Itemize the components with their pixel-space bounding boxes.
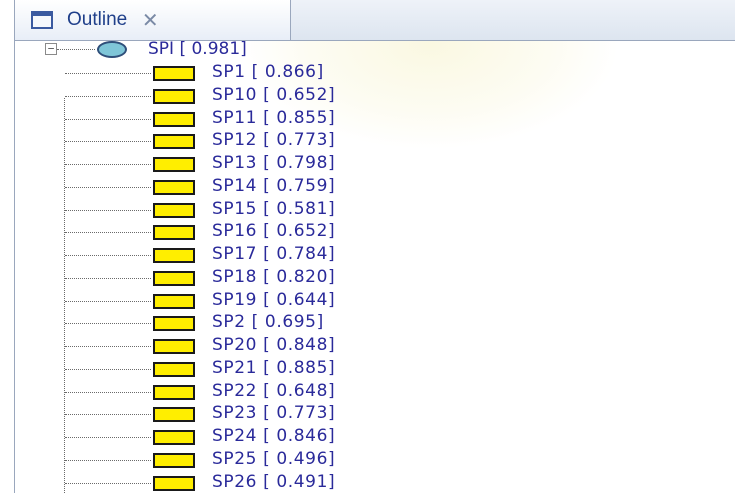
tab-outline-label: Outline — [67, 9, 128, 30]
tree-connector — [65, 232, 151, 234]
indicator-rectangle-icon — [153, 384, 195, 400]
tree-item-label: SP1 [ 0.866] — [212, 62, 324, 82]
tree-item[interactable]: SP13 [ 0.798] — [15, 152, 735, 174]
tree-item-label: SP13 [ 0.798] — [212, 153, 336, 173]
indicator-rectangle-icon — [153, 407, 195, 423]
tree-connector — [65, 459, 151, 461]
indicator-rectangle-icon — [153, 134, 195, 150]
tree-connector — [65, 482, 151, 484]
tree-item[interactable]: SP23 [ 0.773] — [15, 402, 735, 424]
tree-connector — [65, 186, 151, 188]
tab-outline[interactable]: Outline ✕ — [15, 0, 291, 40]
tree-connector — [65, 73, 151, 74]
tree-item[interactable]: SP19 [ 0.644] — [15, 289, 735, 311]
tree-connector — [65, 164, 151, 165]
tree-connector — [65, 323, 151, 325]
tree-item-label: SP17 [ 0.784] — [212, 244, 336, 264]
tree-connector — [65, 209, 151, 211]
indicator-rectangle-icon — [153, 339, 195, 354]
tree-item-label: SP22 [ 0.648] — [212, 380, 336, 401]
tree-item[interactable]: SP22 [ 0.648] — [15, 380, 735, 402]
tree-connector — [65, 437, 151, 438]
tree-item[interactable]: SP17 [ 0.784] — [15, 243, 735, 265]
tree-item-label: SP14 [ 0.759] — [212, 175, 336, 196]
tree-connector — [65, 141, 151, 143]
tree-item[interactable]: SP12 [ 0.773] — [15, 129, 735, 151]
outline-view: Outline ✕ − SPI [ 0.981] SP1 [ 0.866] SP… — [14, 0, 735, 493]
outline-tree: − SPI [ 0.981] SP1 [ 0.866] SP10 [ 0.652… — [15, 38, 735, 493]
tree-item-label: SP18 [ 0.820] — [212, 266, 336, 287]
tree-item[interactable]: SP10 [ 0.652] — [15, 84, 735, 106]
tree-item[interactable]: SP26 [ 0.491] — [15, 471, 735, 493]
tree-item-label: SP11 [ 0.855] — [212, 107, 336, 128]
root-node-label: SPI [ 0.981] — [148, 39, 247, 59]
view-tab-bar: Outline ✕ — [15, 0, 735, 41]
indicator-rectangle-icon — [153, 452, 195, 468]
indicator-rectangle-icon — [153, 88, 195, 104]
tree-item[interactable]: SP1 [ 0.866] — [15, 61, 735, 83]
indicator-rectangle-icon — [153, 248, 195, 263]
tree-item-label: SP20 [ 0.848] — [212, 335, 336, 355]
outline-view-icon — [31, 11, 53, 29]
indicator-rectangle-icon — [153, 202, 195, 218]
indicator-rectangle-icon — [153, 225, 195, 241]
indicator-rectangle-icon — [153, 179, 195, 195]
tree-connector — [65, 414, 151, 416]
tree-item[interactable]: SP11 [ 0.855] — [15, 107, 735, 129]
tree-item-label: SP15 [ 0.581] — [212, 198, 336, 219]
tree-connector — [65, 277, 151, 279]
tree-connector — [65, 391, 151, 393]
tree-item[interactable]: SP2 [ 0.695] — [15, 311, 735, 333]
tree-item-label: SP12 [ 0.773] — [212, 130, 336, 151]
tree-item[interactable]: SP14 [ 0.759] — [15, 175, 735, 197]
tree-item[interactable]: SP15 [ 0.581] — [15, 198, 735, 220]
latent-variable-ellipse-icon — [97, 41, 127, 58]
tree-item-label: SP21 [ 0.885] — [212, 357, 336, 378]
close-icon[interactable]: ✕ — [139, 8, 161, 32]
tree-item[interactable]: SP20 [ 0.848] — [15, 334, 735, 356]
tree-connector — [57, 49, 95, 50]
tree-connector — [65, 255, 151, 256]
collapse-icon[interactable]: − — [45, 43, 57, 55]
tree-connector — [65, 300, 151, 302]
tree-item-label: SP23 [ 0.773] — [212, 403, 336, 424]
indicator-rectangle-icon — [153, 316, 195, 332]
indicator-rectangle-icon — [153, 430, 195, 445]
tree-item[interactable]: SP21 [ 0.885] — [15, 357, 735, 379]
tree-item[interactable]: SP24 [ 0.846] — [15, 425, 735, 447]
tree-item[interactable]: SP25 [ 0.496] — [15, 448, 735, 470]
tree-connector — [65, 368, 151, 370]
indicator-rectangle-icon — [153, 111, 195, 127]
indicator-rectangle-icon — [153, 293, 195, 309]
indicator-rectangle-icon — [153, 475, 195, 491]
tree-connector — [65, 118, 151, 120]
tree-item-label: SP10 [ 0.652] — [212, 84, 336, 105]
tree-item-label: SP2 [ 0.695] — [212, 312, 324, 333]
indicator-rectangle-icon — [153, 66, 195, 81]
tree-item-label: SP19 [ 0.644] — [212, 289, 336, 310]
tree-item[interactable]: SP18 [ 0.820] — [15, 266, 735, 288]
tree-connector — [65, 95, 151, 97]
tree-item-label: SP26 [ 0.491] — [212, 471, 336, 492]
tree-item-label: SP25 [ 0.496] — [212, 448, 336, 469]
indicator-rectangle-icon — [153, 361, 195, 377]
tree-item[interactable]: SP16 [ 0.652] — [15, 220, 735, 242]
indicator-rectangle-icon — [153, 270, 195, 286]
tree-item-label: SP24 [ 0.846] — [212, 426, 336, 446]
tree-root-row[interactable]: − SPI [ 0.981] — [15, 38, 735, 60]
tree-item-label: SP16 [ 0.652] — [212, 221, 336, 242]
indicator-rectangle-icon — [153, 157, 195, 172]
tree-connector — [65, 346, 151, 347]
